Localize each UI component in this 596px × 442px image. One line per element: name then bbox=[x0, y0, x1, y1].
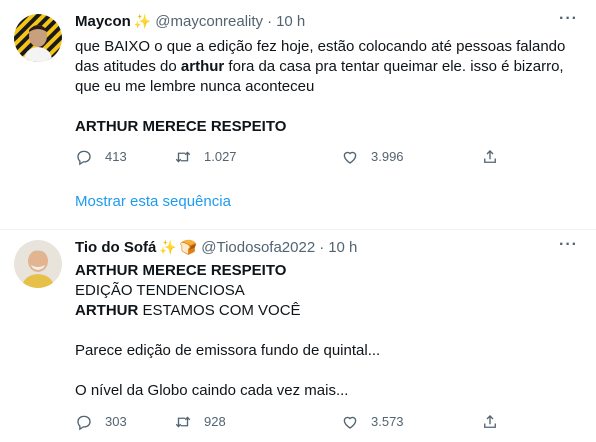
more-icon[interactable]: ··· bbox=[559, 236, 578, 254]
sparkle-emoji: ✨ bbox=[133, 13, 152, 29]
bold-text: ARTHUR bbox=[75, 302, 139, 319]
show-thread-link[interactable]: Mostrar esta sequência bbox=[75, 193, 231, 210]
retweet-button[interactable]: 1.027 bbox=[174, 148, 237, 166]
tweet-timestamp[interactable]: 10 h bbox=[276, 13, 305, 30]
retweet-icon bbox=[175, 151, 191, 163]
tweet-text: que BAIXO o que a edição fez hoje, estão… bbox=[75, 37, 580, 137]
text-segment: das atitudes do bbox=[75, 58, 181, 75]
tweet-text-line: ARTHUR MERECE RESPEITO bbox=[75, 261, 580, 281]
tweet-text-line: Parece edição de emissora fundo de quint… bbox=[75, 341, 580, 361]
reply-count: 303 bbox=[105, 414, 127, 429]
tweet-actions: 413 1.027 3.996 bbox=[75, 148, 496, 168]
reply-icon bbox=[77, 150, 91, 166]
reply-icon bbox=[77, 415, 91, 431]
tweet-actions: 303 928 3.573 bbox=[75, 413, 496, 433]
bread-emoji: 🍞 bbox=[179, 239, 198, 255]
like-icon bbox=[343, 151, 357, 164]
retweet-count: 1.027 bbox=[204, 149, 237, 164]
retweet-button[interactable]: 928 bbox=[174, 413, 226, 431]
tweet-text: ARTHUR MERECE RESPEITO EDIÇÃO TENDENCIOSA… bbox=[75, 261, 580, 401]
avatar[interactable] bbox=[14, 240, 62, 288]
text-segment: O nível da Globo caindo cada vez mais... bbox=[75, 382, 349, 399]
retweet-icon bbox=[175, 416, 191, 428]
separator-dot: · bbox=[319, 239, 325, 256]
author-name[interactable]: Tio do Sofá bbox=[75, 239, 156, 256]
tweet-text-line bbox=[75, 321, 580, 341]
tweet-text-line: O nível da Globo caindo cada vez mais... bbox=[75, 381, 580, 401]
share-button[interactable] bbox=[481, 148, 511, 166]
tweet-text-line bbox=[75, 97, 580, 117]
share-icon bbox=[484, 150, 496, 163]
text-segment: que BAIXO o que a edição fez hoje, estão… bbox=[75, 38, 566, 55]
share-button[interactable] bbox=[481, 413, 511, 431]
author-name[interactable]: Maycon bbox=[75, 13, 131, 30]
like-button[interactable]: 3.573 bbox=[341, 413, 404, 431]
tweet-text-line bbox=[75, 361, 580, 381]
text-segment: que eu me lembre nunca aconteceu bbox=[75, 78, 315, 95]
bold-text: ARTHUR MERECE RESPEITO bbox=[75, 262, 287, 279]
like-count: 3.573 bbox=[371, 414, 404, 429]
tweet-text-line: ARTHUR ESTAMOS COM VOCÊ bbox=[75, 301, 580, 321]
more-icon[interactable]: ··· bbox=[559, 10, 578, 28]
author-handle[interactable]: @Tiodosofa2022 bbox=[201, 239, 315, 256]
like-button[interactable]: 3.996 bbox=[341, 148, 404, 166]
avatar[interactable] bbox=[14, 14, 62, 62]
bold-text: arthur bbox=[180, 58, 225, 75]
tweet-text-line: das atitudes do arthur fora da casa pra … bbox=[75, 57, 580, 77]
text-segment: Parece edição de emissora fundo de quint… bbox=[75, 342, 381, 359]
tweet-text-line: EDIÇÃO TENDENCIOSA bbox=[75, 281, 580, 301]
separator-dot: · bbox=[267, 13, 273, 30]
retweet-count: 928 bbox=[204, 414, 226, 429]
share-icon bbox=[484, 415, 496, 428]
bold-text: ARTHUR MERECE RESPEITO bbox=[75, 118, 287, 135]
tweet-text-line: que BAIXO o que a edição fez hoje, estão… bbox=[75, 37, 580, 57]
tweet-2[interactable]: Tio do Sofá ✨ 🍞 @Tiodosofa2022 · 10 h ··… bbox=[0, 230, 596, 442]
tweet-text-line: ARTHUR MERECE RESPEITO bbox=[75, 117, 580, 137]
author-handle[interactable]: @mayconreality bbox=[155, 13, 263, 30]
tweet-text-line: que eu me lembre nunca aconteceu bbox=[75, 77, 580, 97]
text-segment: EDIÇÃO TENDENCIOSA bbox=[75, 282, 245, 299]
text-segment: fora da casa pra tentar queimar ele. iss… bbox=[224, 58, 564, 75]
text-segment: ESTAMOS COM VOCÊ bbox=[138, 302, 301, 319]
like-count: 3.996 bbox=[371, 149, 404, 164]
like-icon bbox=[343, 416, 357, 429]
tweet-1[interactable]: Maycon ✨ @mayconreality · 10 h ··· que B… bbox=[0, 0, 596, 230]
sparkle-emoji: ✨ bbox=[159, 239, 177, 255]
reply-button[interactable]: 413 bbox=[75, 148, 127, 166]
reply-count: 413 bbox=[105, 149, 127, 164]
tweet-timestamp[interactable]: 10 h bbox=[328, 239, 357, 256]
reply-button[interactable]: 303 bbox=[75, 413, 127, 431]
